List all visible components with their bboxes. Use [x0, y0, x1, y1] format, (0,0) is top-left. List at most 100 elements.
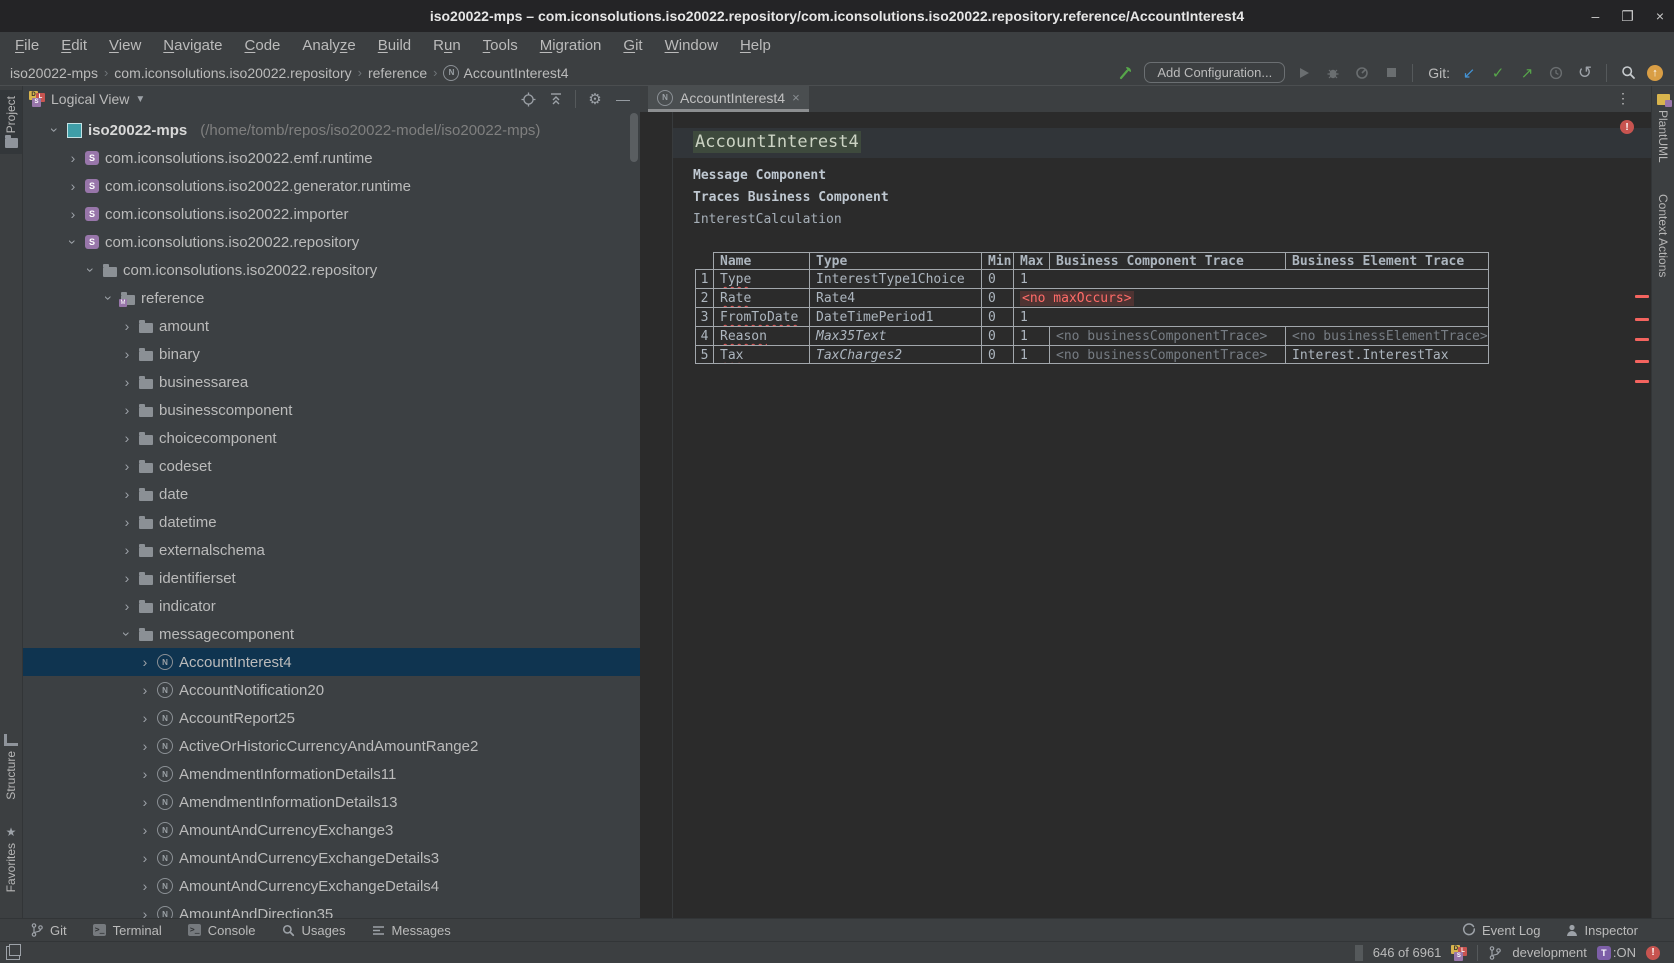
menu-git[interactable]: Git [612, 32, 653, 60]
menu-edit[interactable]: Edit [50, 32, 98, 60]
menu-build[interactable]: Build [367, 32, 422, 60]
menu-view[interactable]: View [98, 32, 152, 60]
traces-label[interactable]: Traces Business Component [693, 190, 889, 205]
menu-analyze[interactable]: Analyze [291, 32, 366, 60]
tree-item-amendmentinformationdetails13[interactable]: ›NAmendmentInformationDetails13 [23, 788, 640, 816]
collapse-all-icon[interactable] [545, 89, 567, 109]
editor-content[interactable]: AccountInterest4 Message Component Trace… [640, 112, 1652, 918]
menu-tools[interactable]: Tools [472, 32, 529, 60]
toolwindow-button-event-log[interactable]: Event Log [1462, 923, 1541, 938]
tool-stripe-plantuml[interactable]: PlantUML [1652, 94, 1674, 163]
chevron-collapsed-icon[interactable]: › [121, 374, 133, 390]
menu-code[interactable]: Code [234, 32, 292, 60]
menu-migration[interactable]: Migration [529, 32, 613, 60]
tree-item-indicator[interactable]: ›indicator [23, 592, 640, 620]
debug-icon[interactable] [1323, 63, 1343, 83]
tree-item-com.iconsolutions.iso20022.repository[interactable]: ›com.iconsolutions.iso20022.repository [23, 256, 640, 284]
row-number-cell[interactable]: 5 [695, 345, 713, 364]
type-cell[interactable]: DateTimePeriod1 [809, 307, 981, 326]
chevron-down-icon[interactable]: ▼ [135, 94, 145, 105]
error-stripe-mark[interactable] [1635, 360, 1649, 363]
max-cell[interactable]: 1 [1013, 269, 1489, 288]
chevron-expanded-icon[interactable]: › [119, 628, 135, 640]
row-number-cell[interactable]: 4 [695, 326, 713, 345]
tree-item-com.iconsolutions.iso20022.repository[interactable]: ›Scom.iconsolutions.iso20022.repository [23, 228, 640, 256]
close-icon[interactable]: × [792, 90, 800, 105]
settings-gear-icon[interactable]: ⚙ [584, 89, 606, 109]
search-icon[interactable] [1618, 63, 1638, 83]
tree-item-datetime[interactable]: ›datetime [23, 508, 640, 536]
tree-item-binary[interactable]: ›binary [23, 340, 640, 368]
tree-item-amount[interactable]: ›amount [23, 312, 640, 340]
chevron-collapsed-icon[interactable]: › [121, 570, 133, 586]
tree-item-date[interactable]: ›date [23, 480, 640, 508]
git-push-icon[interactable]: ↗ [1517, 63, 1537, 83]
tree-item-accountinterest4[interactable]: ›NAccountInterest4 [23, 648, 640, 676]
name-cell[interactable]: Tax [713, 345, 809, 364]
tree-item-com.iconsolutions.iso20022.generator.runtime[interactable]: ›Scom.iconsolutions.iso20022.generator.r… [23, 172, 640, 200]
name-cell[interactable]: Type [713, 269, 809, 288]
breadcrumb-item[interactable]: AccountInterest4 [463, 65, 568, 81]
type-cell[interactable]: InterestType1Choice [809, 269, 981, 288]
chevron-expanded-icon[interactable]: › [47, 124, 63, 136]
add-configuration-button[interactable]: Add Configuration... [1144, 62, 1285, 83]
chevron-expanded-icon[interactable]: › [83, 264, 99, 276]
menu-window[interactable]: Window [654, 32, 729, 60]
tree-item-com.iconsolutions.iso20022.emf.runtime[interactable]: ›Scom.iconsolutions.iso20022.emf.runtime [23, 144, 640, 172]
min-cell[interactable]: 0 [981, 269, 1013, 288]
concept-kind-label[interactable]: Message Component [693, 168, 826, 183]
tree-item-codeset[interactable]: ›codeset [23, 452, 640, 480]
tree-item-accountnotification20[interactable]: ›NAccountNotification20 [23, 676, 640, 704]
git-history-icon[interactable] [1546, 63, 1566, 83]
type-cell[interactable]: Rate4 [809, 288, 981, 307]
run-icon[interactable] [1294, 63, 1314, 83]
chevron-collapsed-icon[interactable]: › [139, 682, 151, 698]
min-cell[interactable]: 0 [981, 345, 1013, 364]
tool-stripe-project[interactable]: Project [0, 90, 22, 154]
tree-item-amendmentinformationdetails11[interactable]: ›NAmendmentInformationDetails11 [23, 760, 640, 788]
toolwindow-button-console[interactable]: >_Console [188, 923, 256, 938]
min-cell[interactable]: 0 [981, 326, 1013, 345]
menu-navigate[interactable]: Navigate [152, 32, 233, 60]
max-cell[interactable]: 1 [1013, 345, 1049, 364]
chevron-collapsed-icon[interactable]: › [139, 766, 151, 782]
close-button[interactable]: × [1656, 8, 1664, 24]
tree-item-accountreport25[interactable]: ›NAccountReport25 [23, 704, 640, 732]
chevron-expanded-icon[interactable]: › [101, 292, 117, 304]
chevron-collapsed-icon[interactable]: › [139, 710, 151, 726]
min-cell[interactable]: 0 [981, 307, 1013, 326]
tree-item-amountandcurrencyexchange3[interactable]: ›NAmountAndCurrencyExchange3 [23, 816, 640, 844]
breadcrumb-item[interactable]: iso20022-mps [10, 65, 98, 81]
git-branch-name[interactable]: development [1512, 945, 1586, 960]
minimize-button[interactable]: – [1591, 8, 1599, 24]
type-cell[interactable]: Max35Text [809, 326, 981, 345]
name-cell[interactable]: FromToDate [713, 307, 809, 326]
row-number-cell[interactable]: 1 [695, 269, 713, 288]
menu-help[interactable]: Help [729, 32, 782, 60]
tree-item-identifierset[interactable]: ›identifierset [23, 564, 640, 592]
chevron-collapsed-icon[interactable]: › [121, 486, 133, 502]
chevron-collapsed-icon[interactable]: › [121, 430, 133, 446]
error-notification-icon[interactable]: ! [1646, 946, 1660, 960]
build-wrench-icon[interactable] [1115, 63, 1135, 83]
tree-item-businesscomponent[interactable]: ›businesscomponent [23, 396, 640, 424]
chevron-collapsed-icon[interactable]: › [139, 794, 151, 810]
ide-update-icon[interactable]: ↑ [1647, 65, 1663, 81]
business-component-ref[interactable]: InterestCalculation [693, 212, 842, 227]
tab-accountinterest4[interactable]: N AccountInterest4 × [648, 86, 809, 112]
chevron-expanded-icon[interactable]: › [65, 236, 81, 248]
chevron-collapsed-icon[interactable]: › [67, 178, 79, 194]
tree-item-iso20022-mps[interactable]: ›iso20022-mps (/home/tomb/repos/iso20022… [23, 116, 640, 144]
tree-item-businessarea[interactable]: ›businessarea [23, 368, 640, 396]
max-cell[interactable]: 1 [1013, 307, 1489, 326]
tree-item-choicecomponent[interactable]: ›choicecomponent [23, 424, 640, 452]
tool-stripe-context-actions[interactable]: Context Actions [1652, 194, 1674, 277]
chevron-collapsed-icon[interactable]: › [121, 318, 133, 334]
tree-item-reference[interactable]: ›reference [23, 284, 640, 312]
toolwindow-button-usages[interactable]: Usages [281, 923, 345, 938]
hide-icon[interactable]: — [612, 89, 634, 109]
name-cell[interactable]: Rate [713, 288, 809, 307]
root-node-title[interactable]: AccountInterest4 [693, 132, 861, 152]
toolwindow-button-terminal[interactable]: >_Terminal [93, 923, 162, 938]
stop-icon[interactable] [1381, 63, 1401, 83]
